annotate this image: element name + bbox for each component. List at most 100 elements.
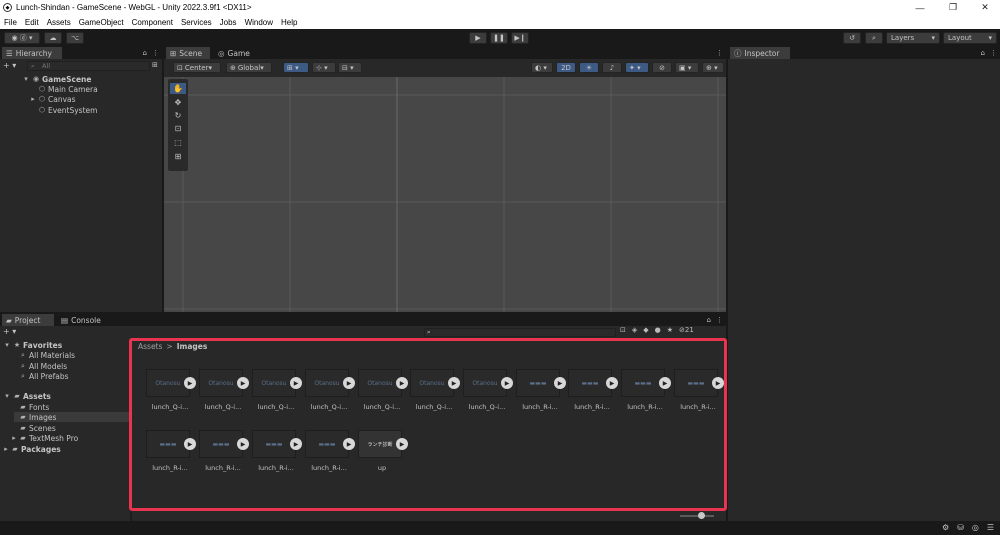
zoom-slider[interactable] xyxy=(680,512,714,519)
collab-icon[interactable]: ⌥ xyxy=(66,32,84,44)
mode-2d-toggle[interactable]: 2D xyxy=(556,62,576,73)
cloud-icon[interactable]: ☁ xyxy=(44,32,62,44)
tab-inspector[interactable]: ⓘ Inspector xyxy=(730,47,790,59)
hierarchy-item[interactable]: ⬡ Main Camera xyxy=(38,84,98,94)
menu-jobs[interactable]: Jobs xyxy=(216,18,241,27)
progress-icon[interactable]: ◎ xyxy=(972,523,979,532)
hierarchy-item[interactable]: ⬡ EventSystem xyxy=(38,105,98,115)
pivot-dropdown[interactable]: ⊡ Center ▾ xyxy=(173,62,221,73)
tab-hierarchy[interactable]: ☰ Hierarchy xyxy=(2,47,62,59)
menu-gameobject[interactable]: GameObject xyxy=(75,18,128,27)
grid-snapping-button[interactable]: ⊞ ▾ xyxy=(283,62,309,73)
menu-edit[interactable]: Edit xyxy=(21,18,43,27)
expand-icon[interactable]: ▶ xyxy=(448,377,460,389)
notifications-icon[interactable]: ☰ xyxy=(987,523,994,532)
minimize-button[interactable]: — xyxy=(905,0,935,15)
menu-assets[interactable]: Assets xyxy=(43,18,75,27)
folder-item[interactable]: ▸ ▰ TextMesh Pro xyxy=(11,433,78,443)
expand-icon[interactable]: ▶ xyxy=(343,377,355,389)
favorite-item[interactable]: ⌕ All Materials xyxy=(19,350,75,360)
expand-icon[interactable]: ▶ xyxy=(396,377,408,389)
expand-icon[interactable]: ▶ xyxy=(501,377,513,389)
label-filter-icon[interactable]: ◆ xyxy=(643,326,648,334)
play-button[interactable]: ▶ xyxy=(469,32,487,44)
pause-button[interactable]: ❚❚ xyxy=(490,32,508,44)
more-icon[interactable]: ⋮ xyxy=(990,49,997,57)
hidden-objects-icon[interactable]: ⊘ xyxy=(652,62,672,73)
tab-game[interactable]: ◎ Game xyxy=(214,47,256,59)
expand-icon[interactable]: ▶ xyxy=(659,377,671,389)
menu-file[interactable]: File xyxy=(0,18,21,27)
add-object-button[interactable]: + ▾ xyxy=(3,61,16,70)
folder-item[interactable]: ▰ Scenes xyxy=(19,423,55,433)
close-button[interactable]: ✕ xyxy=(970,0,1000,15)
expand-icon[interactable]: ▶ xyxy=(290,377,302,389)
expand-icon[interactable]: ▶ xyxy=(290,438,302,450)
gizmos-button[interactable]: ⊕ ▾ xyxy=(702,62,724,73)
zoom-slider-handle[interactable] xyxy=(698,512,705,519)
search-filter-icon[interactable]: ⊞ xyxy=(152,61,158,69)
step-button[interactable]: ▶❙ xyxy=(511,32,529,44)
snap-increment-button[interactable]: ⊹ ▾ xyxy=(312,62,336,73)
log-icon[interactable]: ● xyxy=(655,326,661,334)
hierarchy-item[interactable]: ▸ ⬡ Canvas xyxy=(30,94,75,104)
layers-dropdown[interactable]: Layers ▾ xyxy=(886,32,940,44)
lock-icon[interactable]: ⌂ xyxy=(707,316,711,324)
cache-server-icon[interactable]: ⛁ xyxy=(957,523,964,532)
menu-window[interactable]: Window xyxy=(241,18,277,27)
shading-mode-button[interactable]: ◐ ▾ xyxy=(531,62,553,73)
assets-root[interactable]: ▾ ▰ Assets xyxy=(3,391,51,401)
hand-tool-icon[interactable]: ✋ xyxy=(170,83,186,94)
move-tool-icon[interactable]: ✥ xyxy=(170,97,186,108)
expand-icon[interactable]: ▶ xyxy=(184,377,196,389)
breadcrumb-current[interactable]: Images xyxy=(177,342,208,351)
more-icon[interactable]: ⋮ xyxy=(152,49,159,57)
hierarchy-search-input[interactable]: ⌕ All xyxy=(27,61,150,71)
favorite-item[interactable]: ⌕ All Prefabs xyxy=(19,371,68,381)
lock-icon[interactable]: ⌂ xyxy=(981,49,985,57)
debug-icon[interactable]: ⚙ xyxy=(942,523,949,532)
ruler-button[interactable]: ⊟ ▾ xyxy=(338,62,362,73)
folder-item-selected[interactable]: ▰ Images xyxy=(14,412,130,422)
tab-scene[interactable]: ⊞ Scene xyxy=(166,47,210,59)
scene-root[interactable]: ▾ ◉ GameScene xyxy=(22,74,91,84)
transform-tool-icon[interactable]: ⊞ xyxy=(170,151,186,162)
rect-tool-icon[interactable]: ⬚ xyxy=(170,137,186,148)
lighting-icon[interactable]: ☀ xyxy=(579,62,599,73)
expand-icon[interactable]: ▶ xyxy=(184,438,196,450)
effects-button[interactable]: ✦ ▾ xyxy=(625,62,649,73)
expand-icon[interactable]: ▶ xyxy=(606,377,618,389)
rotate-tool-icon[interactable]: ↻ xyxy=(170,110,186,121)
scene-search-icon[interactable]: ⊡ xyxy=(620,326,626,334)
expand-icon[interactable]: ▶ xyxy=(712,377,724,389)
expand-icon[interactable]: ▶ xyxy=(237,377,249,389)
scale-tool-icon[interactable]: ⊡ xyxy=(170,123,186,134)
lock-icon[interactable]: ⌂ xyxy=(143,49,147,57)
expand-icon[interactable]: ▶ xyxy=(237,438,249,450)
maximize-button[interactable]: ❐ xyxy=(938,0,968,15)
create-asset-button[interactable]: + ▾ xyxy=(3,327,16,336)
tab-console[interactable]: ▤ Console xyxy=(57,314,107,326)
menu-component[interactable]: Component xyxy=(128,18,177,27)
space-dropdown[interactable]: ⊕ Global ▾ xyxy=(226,62,272,73)
history-icon[interactable]: ↺ xyxy=(843,32,861,44)
folder-item[interactable]: ▰ Fonts xyxy=(19,402,49,412)
favorite-star-icon[interactable]: ★ xyxy=(667,326,673,334)
expand-icon[interactable]: ▶ xyxy=(343,438,355,450)
favorites-root[interactable]: ▾ ★ Favorites xyxy=(3,340,62,350)
more-icon[interactable]: ⋮ xyxy=(716,49,723,57)
breadcrumb-root[interactable]: Assets xyxy=(138,342,162,351)
packages-root[interactable]: ▸ ▰ Packages xyxy=(3,444,61,454)
layout-dropdown[interactable]: Layout ▾ xyxy=(943,32,997,44)
expand-icon[interactable]: ▶ xyxy=(554,377,566,389)
more-icon[interactable]: ⋮ xyxy=(716,316,723,324)
account-dropdown[interactable]: ◉ ⓓ ▾ xyxy=(4,32,40,44)
type-filter-icon[interactable]: ◈ xyxy=(632,326,637,334)
menu-services[interactable]: Services xyxy=(177,18,216,27)
menu-help[interactable]: Help xyxy=(277,18,301,27)
tab-project[interactable]: ▰ Project xyxy=(2,314,54,326)
camera-button[interactable]: ▣ ▾ xyxy=(675,62,699,73)
favorite-item[interactable]: ⌕ All Models xyxy=(19,361,67,371)
expand-icon[interactable]: ▶ xyxy=(396,438,408,450)
hidden-packages-icon[interactable]: ⊘21 xyxy=(679,326,694,334)
